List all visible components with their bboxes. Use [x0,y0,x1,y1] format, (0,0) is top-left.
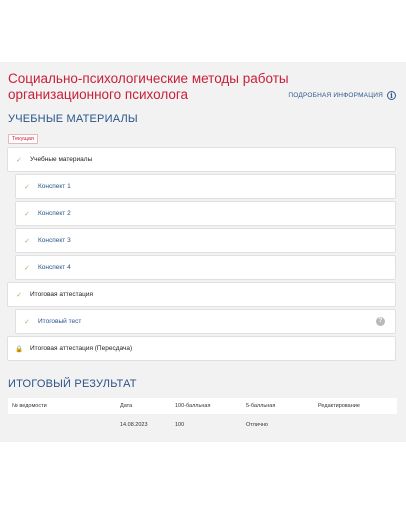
check-icon: ✓ [24,318,30,326]
material-label[interactable]: Конспект 3 [38,237,71,244]
more-info-label[interactable]: ПОДРОБНАЯ ИНФОРМАЦИЯ [288,92,383,99]
table-row: 14.08.2023 100 Отлично [8,414,397,436]
material-row-6[interactable]: ✓ Итоговый тест ? [15,309,396,334]
result-heading: ИТОГОВЫЙ РЕЗУЛЬТАТ [8,378,137,390]
column-header: № ведомости [8,398,116,414]
result-table: № ведомости Дата 100-балльная 5-балльная… [8,398,397,436]
material-row-7[interactable]: 🔒 Итоговая аттестация (Пересдача) [7,336,396,361]
materials-heading: УЧЕБНЫЕ МАТЕРИАЛЫ [8,113,138,125]
check-icon: ✓ [24,183,30,191]
help-icon[interactable]: ? [376,317,385,326]
column-header: 100-балльная [171,398,242,414]
material-label[interactable]: Итоговый тест [38,318,81,325]
page: Социально-психологические методы работы … [0,0,406,516]
material-label[interactable]: Конспект 4 [38,264,71,271]
table-header-row: № ведомости Дата 100-балльная 5-балльная… [8,398,397,414]
material-label[interactable]: Итоговая аттестация [30,291,93,298]
check-icon: ✓ [24,264,30,272]
course-title: Социально-психологические методы работы … [8,71,289,102]
material-label[interactable]: Конспект 1 [38,183,71,190]
table-cell [314,414,397,436]
current-tag: Текущая [8,134,38,144]
check-icon: ✓ [24,237,30,245]
info-icon[interactable]: i [387,91,396,100]
check-icon: ✓ [16,291,22,299]
more-info-link[interactable]: ПОДРОБНАЯ ИНФОРМАЦИЯ i [288,91,396,100]
material-label[interactable]: Учебные материалы [30,156,92,163]
check-icon: ✓ [16,156,22,164]
table-cell: 100 [171,414,242,436]
material-row-3[interactable]: ✓ Конспект 3 [15,228,396,253]
column-header: Редактирование [314,398,397,414]
column-header: Дата [116,398,171,414]
material-row-5[interactable]: ✓ Итоговая аттестация [7,282,396,307]
material-label[interactable]: Конспект 2 [38,210,71,217]
table-cell: Отлично [242,414,314,436]
column-header: 5-балльная [242,398,314,414]
table-cell [8,414,116,436]
lock-icon: 🔒 [14,345,24,353]
check-icon: ✓ [24,210,30,218]
material-row-1[interactable]: ✓ Конспект 1 [15,174,396,199]
material-row-2[interactable]: ✓ Конспект 2 [15,201,396,226]
material-row-4[interactable]: ✓ Конспект 4 [15,255,396,280]
materials-tree: ✓ Учебные материалы ✓ Конспект 1 ✓ Консп… [7,147,396,363]
material-label[interactable]: Итоговая аттестация (Пересдача) [30,345,132,352]
table-cell: 14.08.2023 [116,414,171,436]
material-row-0[interactable]: ✓ Учебные материалы [7,147,396,172]
